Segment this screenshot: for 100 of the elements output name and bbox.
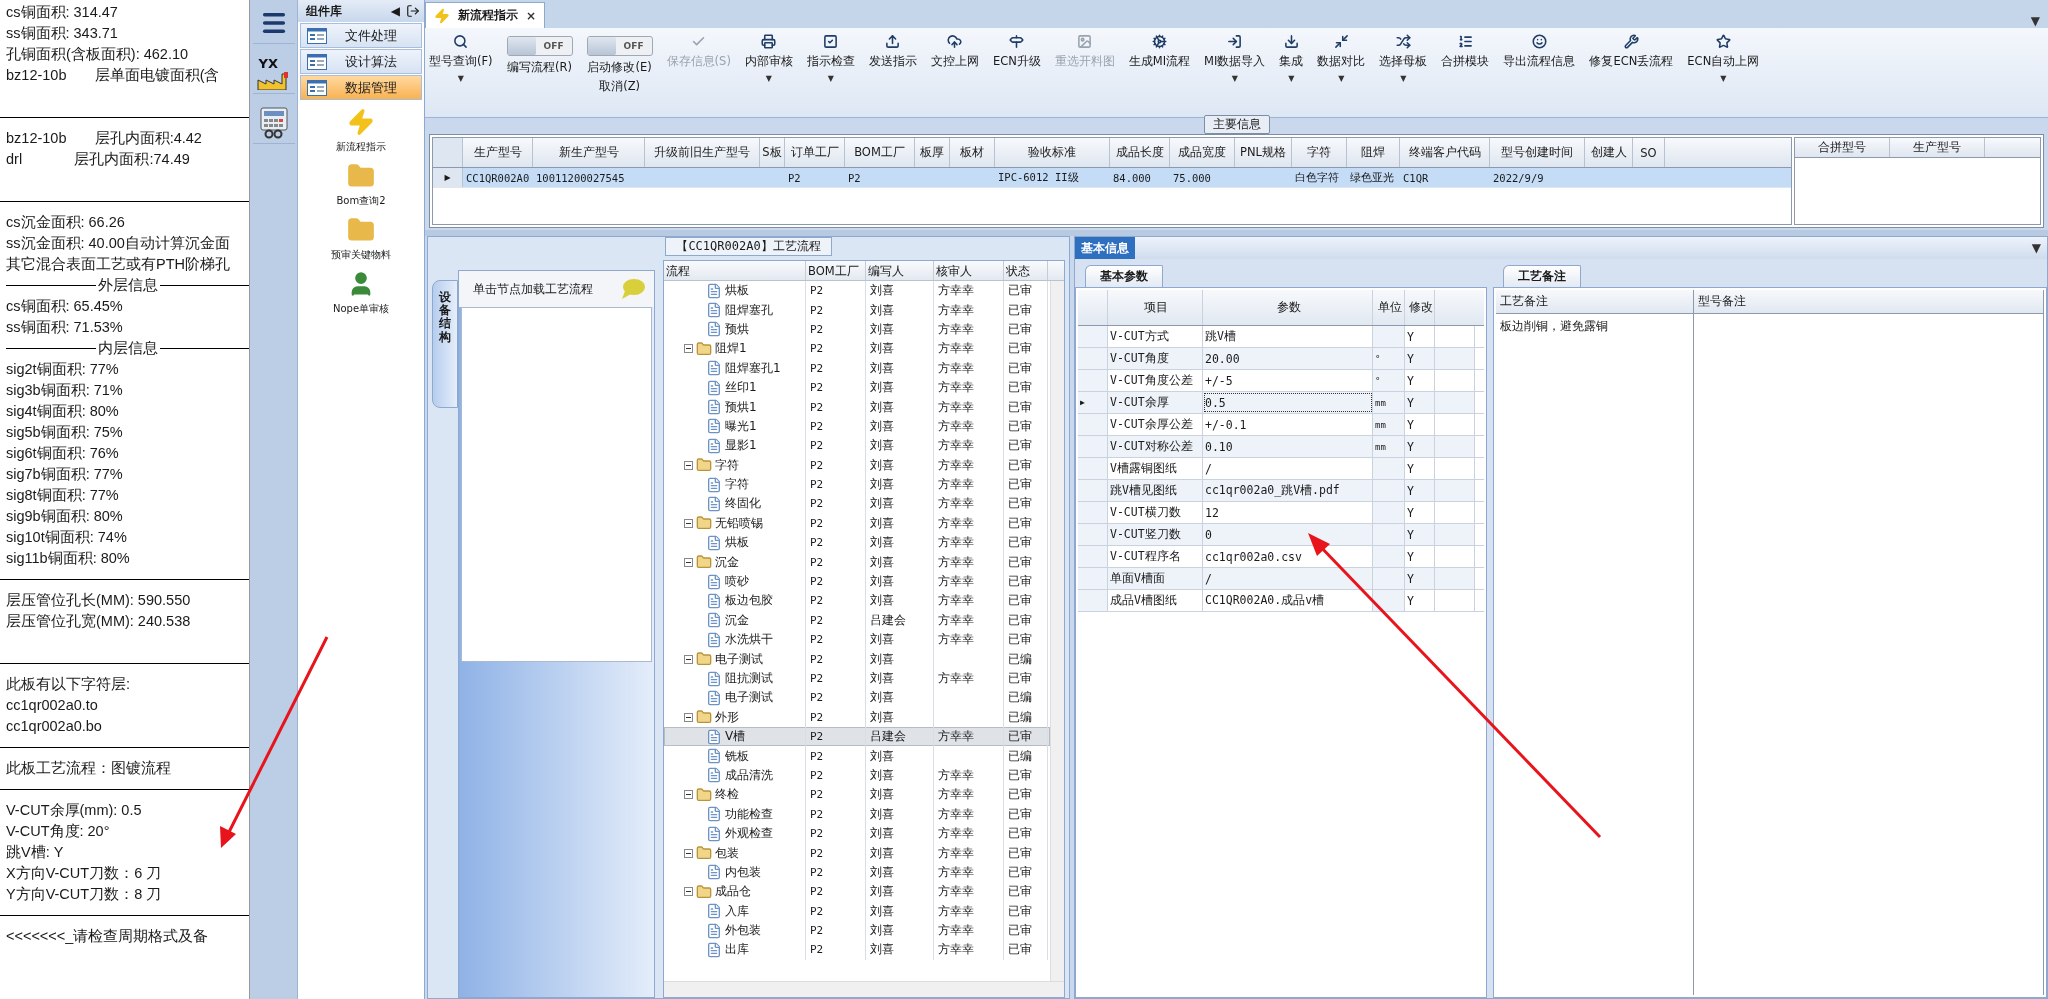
collapse-icon[interactable] <box>684 344 693 354</box>
collapse-icon[interactable] <box>684 848 693 858</box>
param-row[interactable]: V-CUT竖刀数 0 Y <box>1078 524 1484 546</box>
library-category[interactable]: 数据管理 <box>300 75 422 100</box>
row-indicator[interactable]: ▶ <box>1078 392 1108 413</box>
column-header[interactable]: BOM工厂 <box>845 138 915 167</box>
toolbar-button[interactable]: 型号查询(F) ▼ <box>429 34 493 83</box>
column-header[interactable]: 生产型号 <box>1890 138 1985 157</box>
column-header[interactable]: 修改 <box>1405 290 1435 325</box>
row-indicator[interactable] <box>1078 546 1108 567</box>
toolbar-button[interactable]: MI数据导入 ▼ <box>1204 34 1266 83</box>
column-header[interactable]: 型号备注 <box>1694 290 2043 314</box>
param-row[interactable]: 单面V槽面 / Y <box>1078 568 1484 590</box>
column-header[interactable]: 工艺备注 <box>1496 290 1693 314</box>
library-tool[interactable]: Bom查询2 <box>298 162 424 208</box>
column-header[interactable]: 成品长度 <box>1110 138 1170 167</box>
toolbar-button[interactable]: 修复ECN丢流程 <box>1589 34 1674 69</box>
column-header[interactable]: 参数 <box>1203 290 1373 325</box>
row-indicator[interactable] <box>1078 590 1108 611</box>
document-tab[interactable]: 新流程指示 × <box>425 2 546 28</box>
column-header[interactable]: 验收标准 <box>995 138 1110 167</box>
side-tab[interactable]: 设备结构 <box>432 280 458 408</box>
row-indicator[interactable] <box>1078 458 1108 479</box>
collapse-icon[interactable] <box>684 518 693 528</box>
collapse-icon[interactable] <box>684 557 693 567</box>
library-tool[interactable]: Nope单审核 <box>298 270 424 316</box>
remarks-tab[interactable]: 工艺备注 <box>1503 265 1581 287</box>
table-row[interactable]: ▶ CC1QR002A0 10011200027545 P2 P2 IPC-6012 II级 84.000 75.000 白色字符 绿色亚光 C1QR 2022/9/9 <box>433 168 1791 188</box>
toolbar-button[interactable]: 生成MI流程 <box>1128 34 1191 69</box>
column-header[interactable]: 项目 <box>1108 290 1203 325</box>
param-row[interactable]: ▶ V-CUT余厚 0.5 mm Y <box>1078 392 1484 414</box>
column-header[interactable]: 核审人 <box>934 261 1004 280</box>
row-indicator[interactable] <box>1078 502 1108 523</box>
factory-app-button[interactable]: YX <box>252 52 295 94</box>
scrollbar[interactable] <box>664 981 1064 997</box>
collapse-icon[interactable] <box>684 790 693 800</box>
param-row[interactable]: V-CUT角度 20.00 ° Y <box>1078 348 1484 370</box>
column-header[interactable]: 编写人 <box>866 261 934 280</box>
collapse-icon[interactable] <box>684 460 693 470</box>
row-indicator[interactable]: ▶ <box>433 168 463 187</box>
library-category[interactable]: 设计算法 <box>300 49 422 74</box>
toolbar-button[interactable]: 数据对比 ▼ <box>1317 34 1366 83</box>
toolbar-button[interactable]: 集成 ▼ <box>1279 34 1304 83</box>
toolbar-button[interactable]: 合拼模块 <box>1441 34 1490 69</box>
column-header[interactable]: 创建人 <box>1585 138 1633 167</box>
row-indicator[interactable] <box>1078 436 1108 457</box>
toolbar-button[interactable]: 选择母板 ▼ <box>1379 34 1428 83</box>
exit-icon[interactable] <box>406 4 420 18</box>
collapse-icon[interactable] <box>684 887 693 897</box>
param-row[interactable]: 成品V槽图纸 CC1QR002A0.成品v槽 Y <box>1078 590 1484 612</box>
library-tool[interactable]: 新流程指示 <box>298 108 424 154</box>
column-header[interactable]: 流程 <box>664 261 806 280</box>
cancel-button[interactable]: 取消(Z) <box>599 79 640 94</box>
column-header[interactable]: BOM工厂 <box>806 261 866 280</box>
column-header[interactable]: 新生产型号 <box>533 138 645 167</box>
column-header[interactable]: 型号创建时间 <box>1490 138 1585 167</box>
row-indicator[interactable] <box>1078 524 1108 545</box>
tree-row[interactable]: V槽 P2 吕建会 方幸幸 已审 <box>664 727 1050 747</box>
column-header[interactable]: 成品宽度 <box>1170 138 1235 167</box>
library-tool[interactable]: 预审关键物料 <box>298 216 424 262</box>
toggle-switch[interactable]: OFF <box>506 36 573 56</box>
row-indicator[interactable] <box>1078 414 1108 435</box>
toolbar-button[interactable]: ECN升级 <box>992 34 1041 69</box>
column-header[interactable]: 字符 <box>1292 138 1347 167</box>
column-header[interactable]: 合拼型号 <box>1795 138 1890 157</box>
row-indicator[interactable] <box>1078 568 1108 589</box>
scrollbar[interactable] <box>1050 281 1064 981</box>
section-tab[interactable]: 基本信息 <box>1075 237 1135 259</box>
column-header[interactable]: 阻焊 <box>1347 138 1400 167</box>
column-header[interactable]: 单位 <box>1373 290 1405 325</box>
library-category[interactable]: 文件处理 <box>300 23 422 48</box>
tab-menu-button[interactable]: ▼ <box>2030 14 2040 28</box>
row-indicator[interactable] <box>1078 326 1108 347</box>
row-indicator[interactable] <box>1078 348 1108 369</box>
corner-header[interactable] <box>433 138 463 167</box>
column-header[interactable]: 生产型号 <box>463 138 533 167</box>
toolbar-button[interactable]: 文控上网 <box>930 34 979 69</box>
collapse-arrow[interactable]: ◀ <box>390 4 400 18</box>
collapse-icon[interactable] <box>684 712 693 722</box>
row-indicator[interactable] <box>1078 370 1108 391</box>
column-header[interactable]: 终端客户代码 <box>1400 138 1490 167</box>
column-header[interactable]: 板厚 <box>915 138 950 167</box>
column-header[interactable]: 状态 <box>1004 261 1048 280</box>
toolbar-button[interactable]: 导出流程信息 <box>1503 34 1576 69</box>
panel-menu-button[interactable]: ▼ <box>2031 241 2041 255</box>
row-indicator[interactable] <box>1078 480 1108 501</box>
param-row[interactable]: 跳V槽见图纸 cc1qr002a0_跳V槽.pdf Y <box>1078 480 1484 502</box>
param-row[interactable]: V-CUT对称公差 0.10 mm Y <box>1078 436 1484 458</box>
column-header[interactable]: 板材 <box>950 138 995 167</box>
column-header[interactable]: SO <box>1633 138 1665 167</box>
params-tab[interactable]: 基本参数 <box>1085 265 1163 287</box>
column-header[interactable]: 订单工厂 <box>785 138 845 167</box>
close-button[interactable]: × <box>526 8 537 23</box>
column-header[interactable]: 升级前旧生产型号 <box>645 138 760 167</box>
toolbar-button[interactable]: 指示检查 ▼ <box>806 34 855 83</box>
toolbar-button[interactable]: 发送指示 <box>868 34 917 69</box>
collapse-icon[interactable] <box>684 654 693 664</box>
toolbar-button[interactable]: ECN自动上网 ▼ <box>1687 34 1760 83</box>
column-header[interactable]: PNL规格 <box>1235 138 1292 167</box>
column-header[interactable]: S板 <box>760 138 785 167</box>
